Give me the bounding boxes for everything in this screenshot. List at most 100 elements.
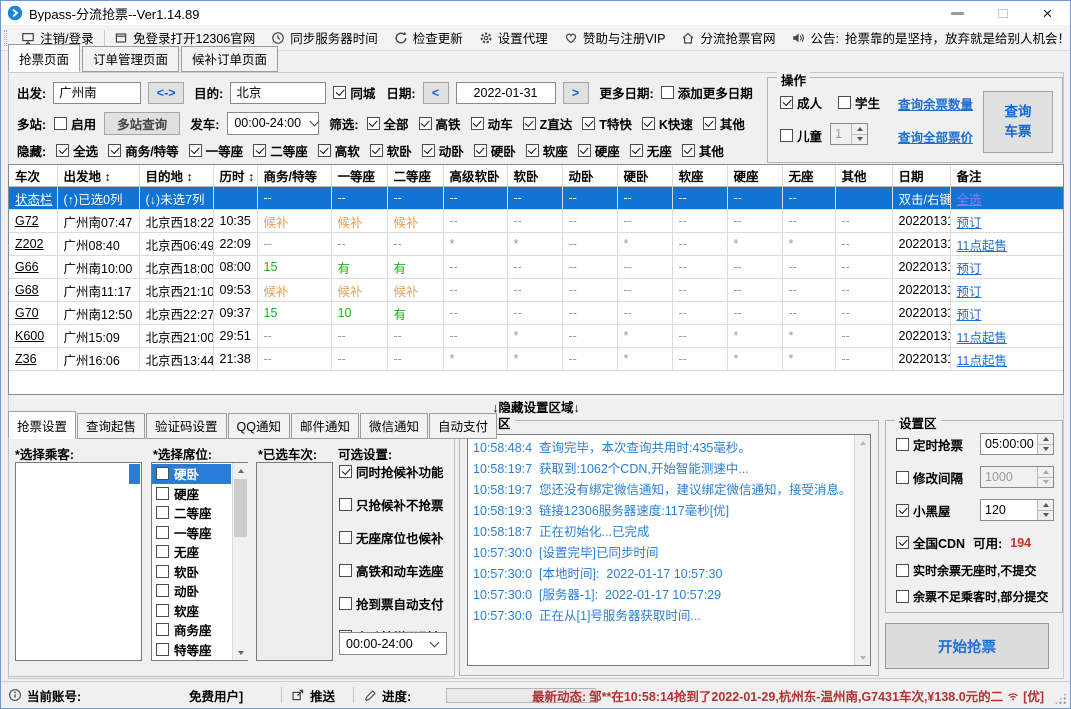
optional-checkbox-抢到票自动支付[interactable]: 抢到票自动支付 (339, 594, 451, 613)
column-header[interactable]: 历时 ↕ (213, 165, 258, 187)
hide-column-checkbox-软座[interactable]: 软座 (525, 141, 568, 160)
partial-submit-checkbox[interactable]: 余票不足乘客时,部分提交 (896, 588, 1048, 605)
hide-column-checkbox-二等座[interactable]: 二等座 (253, 141, 308, 160)
train-number-link[interactable]: Z36 (15, 352, 37, 366)
train-row[interactable]: Z36 广州16:06 北京西13:44 21:38 -- -- -- * * -- * -- * * --… (9, 347, 1063, 371)
interval-stepper[interactable]: 1000 (980, 466, 1054, 488)
multi-enable-checkbox[interactable]: 启用 (54, 114, 96, 133)
close-button[interactable]: × (1025, 1, 1070, 25)
sponsor-vip-button[interactable]: 赞助与注册VIP (556, 28, 674, 47)
column-header[interactable]: 其他 (835, 165, 893, 187)
hide-column-checkbox-无座[interactable]: 无座 (629, 141, 672, 160)
hide-column-checkbox-高软[interactable]: 高软 (317, 141, 360, 160)
query-tickets-button[interactable]: 查询 车票 (983, 91, 1053, 153)
stepper-up[interactable] (1038, 467, 1053, 477)
swap-stations-button[interactable]: <-> (148, 81, 185, 104)
adult-checkbox[interactable]: 成人 (780, 93, 822, 112)
train-number-link[interactable]: G68 (15, 283, 39, 297)
tab-grab-settings[interactable]: 抢票设置 (8, 411, 77, 439)
train-number-link[interactable]: G66 (15, 260, 39, 274)
column-header[interactable]: 软卧 (507, 165, 563, 187)
output-scrollbar[interactable] (854, 435, 870, 665)
timed-grab-checkbox[interactable]: 定时抢票 (896, 435, 963, 454)
column-header[interactable]: 无座 (782, 165, 836, 187)
train-row[interactable]: Z202 广州08:40 北京西06:49 22:09 -- -- -- * * -- * -- * * -… (9, 232, 1063, 256)
sync-time-button[interactable]: 同步服务器时间 (263, 28, 386, 47)
column-header[interactable]: 软座 (672, 165, 728, 187)
scroll-down-arrow[interactable] (233, 645, 248, 660)
child-count-stepper[interactable]: 1 (830, 123, 868, 145)
scroll-up-arrow[interactable] (233, 463, 248, 478)
tab-grab-page[interactable]: 抢票页面 (8, 44, 81, 72)
train-type-checkbox-高铁[interactable]: 高铁 (418, 114, 461, 133)
tab-wechat-notify[interactable]: 微信通知 (360, 413, 429, 439)
column-header[interactable]: 一等座 (331, 165, 388, 187)
train-type-checkbox-全部[interactable]: 全部 (366, 114, 409, 133)
seat-option-商务座[interactable]: 商务座 (152, 620, 231, 640)
scrollbar-thumb[interactable] (234, 479, 247, 537)
train-number-link[interactable]: G70 (15, 306, 39, 320)
seat-option-一等座[interactable]: 一等座 (152, 523, 231, 543)
add-more-dates-checkbox[interactable]: 添加更多日期 (660, 83, 753, 102)
column-header[interactable]: 动卧 (562, 165, 618, 187)
seat-option-软座[interactable]: 软座 (152, 601, 231, 621)
blackroom-checkbox[interactable]: 小黑屋 (896, 501, 951, 520)
hide-column-checkbox-全选[interactable]: 全选 (56, 141, 98, 160)
same-city-checkbox[interactable]: 同城 (333, 83, 375, 102)
column-header[interactable]: 硬座 (727, 165, 783, 187)
status-bar-link[interactable]: 状态栏 (15, 193, 53, 207)
maximize-button[interactable] (980, 1, 1025, 25)
tab-order-management[interactable]: 订单管理页面 (82, 46, 180, 72)
date-input[interactable]: 2022-01-31 (455, 81, 556, 104)
train-type-checkbox-T特快[interactable]: T特快 (582, 114, 632, 133)
column-header[interactable]: 车次 (9, 165, 58, 187)
stepper-down[interactable] (1038, 476, 1053, 487)
train-type-checkbox-K快速[interactable]: K快速 (641, 114, 693, 133)
train-type-checkbox-其他[interactable]: 其他 (702, 114, 745, 133)
hide-column-checkbox-商务/特等[interactable]: 商务/特等 (108, 141, 179, 160)
train-number-link[interactable]: G72 (15, 214, 39, 228)
selected-trains-list[interactable] (256, 462, 333, 661)
train-row[interactable]: G68 广州南11:17 北京西21:10 09:53 候补 候补 候补 -- -- -- -- --… (9, 278, 1063, 302)
seat-option-无座[interactable]: 无座 (152, 542, 231, 562)
train-type-checkbox-Z直达[interactable]: Z直达 (522, 114, 572, 133)
scroll-up-arrow[interactable] (855, 435, 870, 450)
optional-checkbox-同时抢候补功能[interactable]: 同时抢候补功能 (339, 462, 451, 481)
book-link[interactable]: 预订 (957, 308, 982, 322)
column-header[interactable]: 二等座 (387, 165, 444, 187)
train-row[interactable]: G72 广州南07:47 北京西18:22 10:35 候补 候补 候补 -- -- -- -- --… (9, 209, 1063, 233)
seat-option-硬座[interactable]: 硬座 (152, 484, 231, 504)
column-header[interactable]: 目的地 ↕ (139, 165, 214, 187)
tab-auto-pay[interactable]: 自动支付 (429, 413, 498, 439)
query-remaining-link[interactable]: 查询余票数量 (898, 94, 973, 113)
depart-time-select[interactable]: 00:00-24:00 (227, 111, 320, 135)
book-link[interactable]: 11点起售 (957, 239, 1007, 253)
cdn-checkbox[interactable]: 全国CDN (896, 533, 965, 552)
book-link[interactable]: 预订 (957, 216, 982, 230)
column-header[interactable]: 硬卧 (617, 165, 673, 187)
book-link[interactable]: 11点起售 (957, 331, 1007, 345)
passenger-list[interactable] (15, 462, 142, 661)
proxy-settings-button[interactable]: 设置代理 (471, 28, 556, 47)
no-seat-checkbox[interactable]: 实时余票无座时,不提交 (896, 562, 1036, 579)
train-row[interactable]: G66 广州南10:00 北京西18:00 08:00 15 有有 -- -- -- -- -- --… (9, 255, 1063, 279)
stepper-down[interactable] (1038, 509, 1053, 520)
seat-option-软卧[interactable]: 软卧 (152, 562, 231, 582)
start-grab-button[interactable]: 开始抢票 (885, 623, 1049, 669)
train-type-checkbox-动车[interactable]: 动车 (470, 114, 513, 133)
scroll-down-arrow[interactable] (855, 650, 870, 665)
seat-option-动卧[interactable]: 动卧 (152, 581, 231, 601)
official-site-button[interactable]: 分流抢票官网 (673, 28, 783, 47)
student-checkbox[interactable]: 学生 (838, 93, 880, 112)
prev-date-button[interactable]: < (422, 81, 449, 104)
tab-captcha-settings[interactable]: 验证码设置 (146, 413, 227, 439)
open-12306-button[interactable]: 免登录打开12306官网 (106, 28, 263, 47)
next-date-button[interactable]: > (562, 81, 589, 104)
child-checkbox[interactable]: 儿童 (780, 126, 822, 145)
train-row[interactable]: K600 广州15:09 北京西21:00 29:51 -- -- -- -- * -- * -- * *… (9, 324, 1063, 348)
multi-station-query-button[interactable]: 多站查询 (104, 111, 181, 135)
tab-qq-notify[interactable]: QQ通知 (227, 413, 290, 439)
stepper-up[interactable] (1038, 500, 1053, 510)
column-header[interactable]: 出发地 ↕ (57, 165, 140, 187)
to-input[interactable]: 北京 (230, 81, 327, 104)
